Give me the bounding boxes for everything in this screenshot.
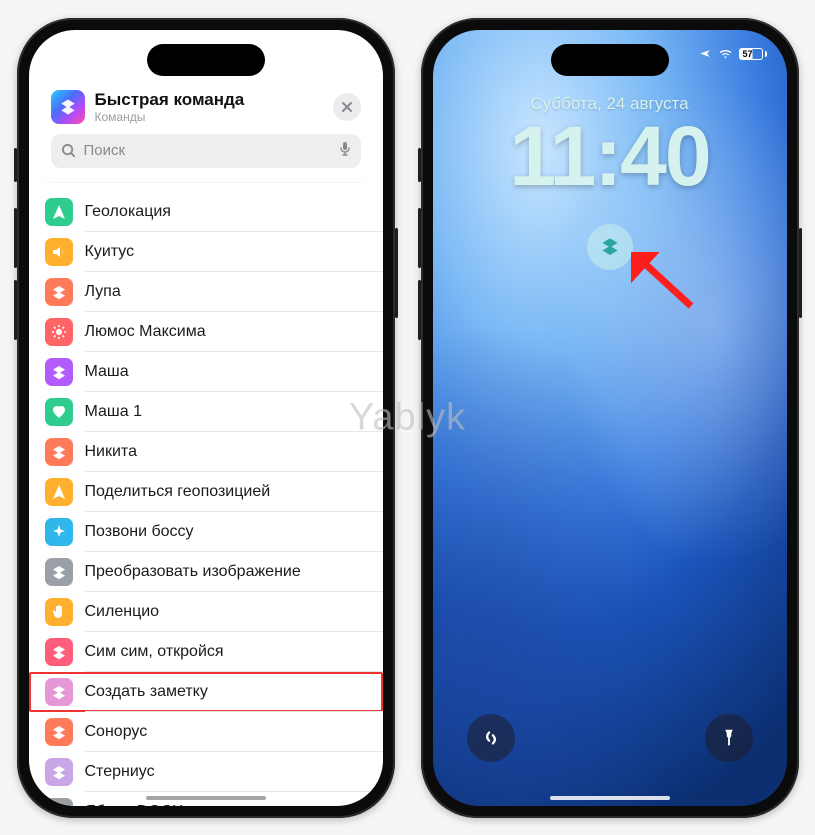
shortcut-label: Силенцио bbox=[85, 603, 160, 621]
sun-icon bbox=[45, 318, 73, 346]
power-button bbox=[799, 228, 802, 318]
side-button bbox=[418, 148, 421, 182]
header-subtitle: Команды bbox=[95, 110, 323, 124]
volume-up-button bbox=[14, 208, 17, 268]
lockscreen-widget-shortcut[interactable] bbox=[587, 224, 633, 270]
header-title: Быстрая команда bbox=[95, 90, 323, 110]
shortcut-label: Поделиться геопозицией bbox=[85, 483, 271, 501]
shortcut-icon bbox=[45, 278, 73, 306]
wifi-icon bbox=[718, 48, 733, 59]
sparkle-icon bbox=[45, 518, 73, 546]
shortcut-label: Люмос Максима bbox=[85, 323, 206, 341]
dynamic-island bbox=[147, 44, 265, 76]
phone-left: Быстрая команда Команды Геолокация Куитус… bbox=[17, 18, 395, 818]
close-button[interactable] bbox=[333, 93, 361, 121]
home-indicator bbox=[146, 796, 266, 800]
shortcut-row[interactable]: Позвони боссу bbox=[29, 512, 383, 552]
shortcut-label: Маша bbox=[85, 363, 129, 381]
hand-icon bbox=[45, 598, 73, 626]
shazam-button[interactable] bbox=[467, 714, 515, 762]
shortcut-row[interactable]: Маша bbox=[29, 352, 383, 392]
shortcut-label: Геолокация bbox=[85, 203, 171, 221]
shortcut-label: Куитус bbox=[85, 243, 135, 261]
search-field[interactable] bbox=[51, 134, 361, 168]
shortcut-icon bbox=[45, 798, 73, 806]
shortcuts-app-icon bbox=[51, 90, 85, 124]
shortcut-icon bbox=[45, 358, 73, 386]
screen-shortcuts: Быстрая команда Команды Геолокация Куитус… bbox=[29, 30, 383, 806]
shortcut-icon bbox=[45, 718, 73, 746]
dynamic-island bbox=[551, 44, 669, 76]
shortcut-row[interactable]: Маша 1 bbox=[29, 392, 383, 432]
shortcut-icon bbox=[45, 758, 73, 786]
shortcut-row[interactable]: Стерниус bbox=[29, 752, 383, 792]
search-input[interactable] bbox=[84, 142, 331, 159]
header-card: Быстрая команда Команды bbox=[39, 80, 373, 182]
shortcut-row[interactable]: Сим сим, откройся bbox=[29, 632, 383, 672]
shortcut-label: Преобразовать изображение bbox=[85, 563, 301, 581]
shortcut-label: Никита bbox=[85, 443, 137, 461]
shortcut-icon bbox=[45, 438, 73, 466]
lockscreen-time: 11:40 bbox=[433, 108, 787, 205]
shortcut-icon bbox=[45, 678, 73, 706]
volume-down-button bbox=[418, 280, 421, 340]
shortcut-label: Маша 1 bbox=[85, 403, 142, 421]
battery-indicator: 57 bbox=[739, 48, 767, 60]
screen-lockscreen: 57 Суббота, 24 августа 11:40 bbox=[433, 30, 787, 806]
shortcut-label: Позвони боссу bbox=[85, 523, 194, 541]
shortcut-row[interactable]: Куитус bbox=[29, 232, 383, 272]
shortcut-label: Сонорус bbox=[85, 723, 148, 741]
shortcut-row[interactable]: Поделиться геопозицией bbox=[29, 472, 383, 512]
power-button bbox=[395, 228, 398, 318]
heart-icon bbox=[45, 398, 73, 426]
flashlight-button[interactable] bbox=[705, 714, 753, 762]
shortcut-label: Яблык DOCX bbox=[85, 803, 184, 806]
shortcut-row[interactable]: Силенцио bbox=[29, 592, 383, 632]
home-indicator bbox=[550, 796, 670, 800]
phone-right: 57 Суббота, 24 августа 11:40 bbox=[421, 18, 799, 818]
shortcut-label: Сим сим, откройся bbox=[85, 643, 224, 661]
search-icon bbox=[61, 143, 76, 158]
shortcuts-list: Геолокация Куитус Лупа Люмос Максима Маша Маш… bbox=[29, 192, 383, 806]
shortcut-row[interactable]: Лупа bbox=[29, 272, 383, 312]
shortcut-label: Стерниус bbox=[85, 763, 155, 781]
shortcut-row[interactable]: Преобразовать изображение bbox=[29, 552, 383, 592]
shortcut-label: Лупа bbox=[85, 283, 121, 301]
volume-down-button bbox=[14, 280, 17, 340]
location-icon bbox=[45, 198, 73, 226]
location-icon bbox=[45, 478, 73, 506]
shortcut-row[interactable]: Никита bbox=[29, 432, 383, 472]
shortcut-row[interactable]: Сонорус bbox=[29, 712, 383, 752]
shortcut-row[interactable]: Создать заметку bbox=[29, 672, 383, 712]
status-bar: 57 bbox=[698, 48, 767, 60]
speaker-icon bbox=[45, 238, 73, 266]
shortcut-icon bbox=[45, 558, 73, 586]
mic-icon[interactable] bbox=[339, 141, 351, 161]
annotation-arrow bbox=[631, 252, 701, 316]
shortcut-row[interactable]: Люмос Максима bbox=[29, 312, 383, 352]
airplane-icon bbox=[698, 48, 712, 59]
side-button bbox=[14, 148, 17, 182]
shortcut-row[interactable]: Геолокация bbox=[29, 192, 383, 232]
shortcut-icon bbox=[45, 638, 73, 666]
volume-up-button bbox=[418, 208, 421, 268]
shortcut-label: Создать заметку bbox=[85, 683, 208, 701]
